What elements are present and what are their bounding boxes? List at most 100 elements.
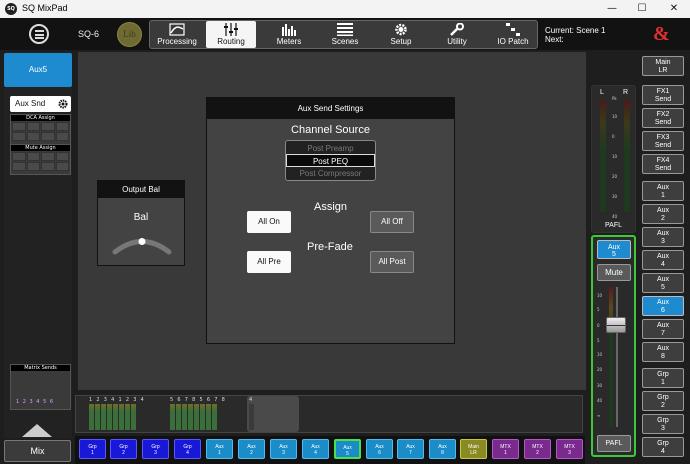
meters-icon <box>282 24 296 36</box>
gear-icon[interactable] <box>58 99 68 109</box>
all-post-button[interactable]: All Post <box>370 251 414 273</box>
fader-cap[interactable] <box>606 317 626 333</box>
meter-group-3[interactable]: 4 <box>247 396 299 432</box>
bus-button-aux-1[interactable]: Aux 1 <box>206 439 233 459</box>
meter-group-2[interactable]: 5 6 7 8 5 6 7 8 <box>170 396 225 432</box>
bus-button-mtx-2[interactable]: MTX 2 <box>524 439 551 459</box>
channel-strip: Aux 5 Mute 10 5 0 5 10 20 30 40 ∞ PAFL <box>591 235 636 457</box>
close-icon[interactable]: ✕ <box>660 0 688 18</box>
mix-select-aux-2[interactable]: Aux 2 <box>642 204 684 224</box>
aux-send-settings-panel: Aux Send Settings Channel Source Post Pr… <box>206 97 455 344</box>
output-bal-panel: Output Bal Bal <box>97 180 185 266</box>
tab-routing[interactable]: Routing <box>206 21 256 48</box>
meter-group-1[interactable]: 1 2 3 4 1 2 3 4 <box>89 396 144 432</box>
tab-scenes[interactable]: Scenes <box>320 21 370 48</box>
selected-mix-button[interactable]: Aux5 <box>4 53 72 87</box>
all-on-button[interactable]: All On <box>247 211 291 233</box>
processing-icon <box>169 23 185 36</box>
mute-button[interactable]: Mute <box>597 264 631 281</box>
pafl-meter-label: PAFL <box>605 222 622 229</box>
bal-label: Bal <box>133 212 149 223</box>
bus-button-main-lr[interactable]: Main LR <box>460 439 487 459</box>
right-channel-label: R <box>623 89 629 96</box>
tab-processing[interactable]: Processing <box>152 21 202 48</box>
library-button[interactable]: Lib <box>117 22 142 47</box>
tab-meters[interactable]: Meters <box>264 21 314 48</box>
dca-assign: DCA Assign <box>10 114 71 145</box>
prefade-label: Pre-Fade <box>307 241 353 253</box>
tab-setup[interactable]: Setup <box>376 21 426 48</box>
mix-select-grp-1[interactable]: Grp 1 <box>642 368 684 388</box>
aux-snd-selector[interactable]: Aux Snd <box>10 96 71 112</box>
assign-label: Assign <box>314 201 348 213</box>
source-post-peq[interactable]: Post PEQ <box>286 154 375 167</box>
channel-source-list: Post Preamp Post PEQ Post Compressor <box>285 140 376 181</box>
bus-button-aux-7[interactable]: Aux 7 <box>397 439 424 459</box>
tab-io-patch[interactable]: IO Patch <box>488 21 538 48</box>
bus-button-aux-2[interactable]: Aux 2 <box>238 439 265 459</box>
fader-track[interactable] <box>616 287 618 427</box>
mix-select-aux-3[interactable]: Aux 3 <box>642 227 684 247</box>
scenes-icon <box>337 23 353 36</box>
strip-name-button[interactable]: Aux 5 <box>597 240 631 259</box>
matrix-sends[interactable]: Matrix Sends 1 2 3 4 5 6 <box>10 364 71 410</box>
utility-wrench-icon <box>450 23 464 36</box>
bus-button-aux-6[interactable]: Aux 6 <box>366 439 393 459</box>
pafl-button[interactable]: PAFL <box>597 435 631 452</box>
mix-select-aux-7[interactable]: Aux 7 <box>642 319 684 339</box>
mix-arrow-icon <box>22 424 52 437</box>
mix-button[interactable]: Mix <box>4 440 71 462</box>
mix-select-fx2-send[interactable]: FX2 Send <box>642 108 684 128</box>
mix-select-grp-3[interactable]: Grp 3 <box>642 414 684 434</box>
right-level-meter <box>624 100 630 212</box>
tab-utility[interactable]: Utility <box>432 21 482 48</box>
window-titlebar: SQ SQ MixPad — ☐ ✕ <box>0 0 690 18</box>
io-patch-icon <box>506 23 520 36</box>
left-channel-label: L <box>600 89 604 96</box>
bus-button-aux-8[interactable]: Aux 8 <box>429 439 456 459</box>
mix-select-aux-6[interactable]: Aux 6 <box>642 296 684 316</box>
mix-select-aux-5[interactable]: Aux 5 <box>642 273 684 293</box>
input-meter-strip: 1 2 3 4 1 2 3 4 5 6 7 8 5 6 7 8 4 <box>75 395 583 433</box>
output-bal-title: Output Bal <box>98 181 184 198</box>
mix-select-main-lr[interactable]: Main LR <box>642 56 684 76</box>
bus-button-grp-3[interactable]: Grp 3 <box>142 439 169 459</box>
bus-button-aux-3[interactable]: Aux 3 <box>270 439 297 459</box>
bus-button-mtx-1[interactable]: MTX 1 <box>492 439 519 459</box>
balance-knob[interactable] <box>111 233 173 255</box>
scene-info: Current: Scene 1 Next: <box>545 26 605 44</box>
mix-select-aux-8[interactable]: Aux 8 <box>642 342 684 362</box>
mix-select-grp-2[interactable]: Grp 2 <box>642 391 684 411</box>
bus-button-aux-4[interactable]: Aux 4 <box>302 439 329 459</box>
bus-button-grp-1[interactable]: Grp 1 <box>79 439 106 459</box>
bus-button-grp-2[interactable]: Grp 2 <box>110 439 137 459</box>
bus-button-aux-5[interactable]: Aux 5 <box>334 439 361 459</box>
next-scene: Next: <box>545 35 564 44</box>
mute-assign-grid[interactable] <box>11 151 70 172</box>
minimize-icon[interactable]: — <box>598 0 626 18</box>
left-panel: Aux5 Aux Snd DCA Assign Mute Assign Matr… <box>4 52 72 438</box>
mix-select-fx1-send[interactable]: FX1 Send <box>642 85 684 105</box>
current-scene: Current: Scene 1 <box>545 26 606 35</box>
maximize-icon[interactable]: ☐ <box>628 0 656 18</box>
channel-source-label: Channel Source <box>291 124 370 136</box>
all-pre-button[interactable]: All Pre <box>247 251 291 273</box>
mute-assign: Mute Assign <box>10 144 71 175</box>
window-title: SQ MixPad <box>22 3 68 13</box>
source-post-compressor[interactable]: Post Compressor <box>286 167 375 180</box>
all-off-button[interactable]: All Off <box>370 211 414 233</box>
dca-assign-grid[interactable] <box>11 121 70 142</box>
menu-icon[interactable] <box>29 24 49 44</box>
mix-select-aux-4[interactable]: Aux 4 <box>642 250 684 270</box>
mix-select-aux-1[interactable]: Aux 1 <box>642 181 684 201</box>
allen-heath-logo: & <box>653 23 670 45</box>
mix-select-fx4-send[interactable]: FX4 Send <box>642 154 684 174</box>
top-bar: SQ-6 Lib Processing Routing Meters Scene… <box>0 18 690 50</box>
mix-select-grp-4[interactable]: Grp 4 <box>642 437 684 457</box>
setup-gear-icon <box>395 23 407 36</box>
routing-icon <box>224 23 238 36</box>
matrix-send-numbers: 1 2 3 4 5 6 <box>16 399 55 405</box>
bus-button-mtx-3[interactable]: MTX 3 <box>556 439 583 459</box>
mix-select-fx3-send[interactable]: FX3 Send <box>642 131 684 151</box>
bus-button-grp-4[interactable]: Grp 4 <box>174 439 201 459</box>
